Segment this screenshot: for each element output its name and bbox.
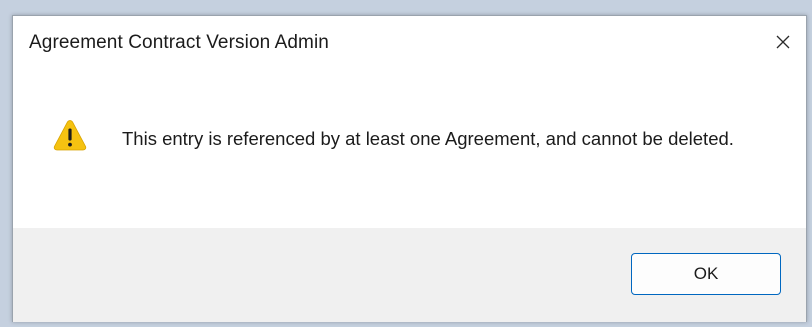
- close-icon: [776, 35, 790, 49]
- close-button[interactable]: [760, 16, 806, 68]
- dialog-content: This entry is referenced by at least one…: [13, 74, 806, 228]
- ok-button[interactable]: OK: [631, 253, 781, 295]
- dialog-titlebar: Agreement Contract Version Admin: [13, 16, 806, 74]
- dialog-title: Agreement Contract Version Admin: [29, 32, 329, 53]
- message-dialog: Agreement Contract Version Admin This en…: [12, 15, 807, 322]
- dialog-message: This entry is referenced by at least one…: [122, 128, 734, 149]
- warning-icon: [53, 120, 87, 151]
- dialog-footer: OK: [13, 228, 806, 322]
